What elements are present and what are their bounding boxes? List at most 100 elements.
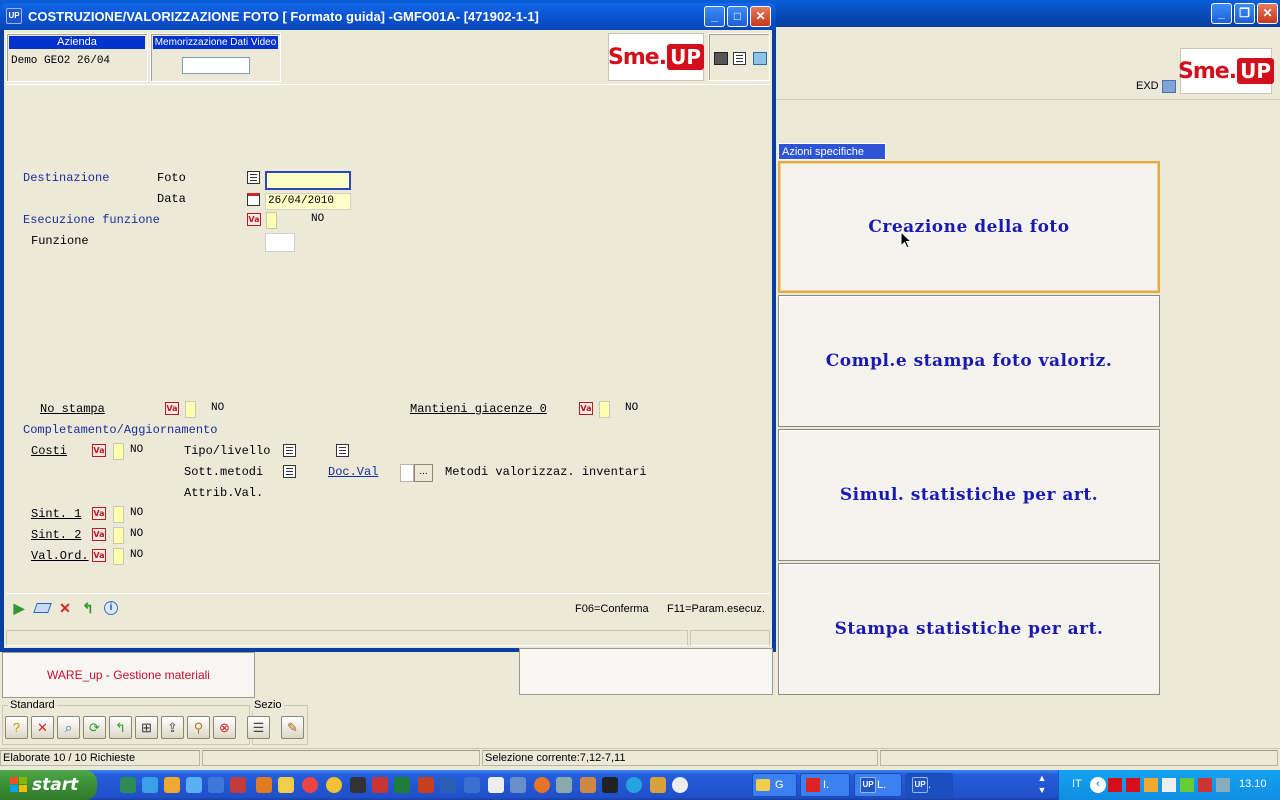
costi-label[interactable]: Costi	[31, 444, 67, 458]
calendar-icon[interactable]	[247, 193, 260, 206]
tipo-livello-list-icon-2[interactable]	[336, 444, 349, 457]
info-icon[interactable]: i	[104, 601, 118, 615]
dialog-minimize-button[interactable]: _	[704, 6, 725, 27]
wordpad-icon[interactable]	[488, 777, 504, 793]
mantieni-toggle[interactable]	[599, 401, 610, 418]
quicklaunch-icon-3[interactable]	[164, 777, 180, 793]
val-ord-va-icon[interactable]: Va	[92, 549, 106, 562]
dialog-close-button[interactable]: ✕	[750, 6, 771, 27]
quicklaunch-icon-16[interactable]	[464, 777, 480, 793]
quicklaunch-icon-21[interactable]	[580, 777, 596, 793]
ware-up-button[interactable]: WARE_up - Gestione materiali	[2, 652, 255, 698]
quicklaunch-icon-5[interactable]	[208, 777, 224, 793]
sint2-toggle[interactable]	[113, 527, 124, 544]
tray-shield-icon[interactable]	[1180, 778, 1194, 792]
no-stampa-toggle[interactable]	[185, 401, 196, 418]
sint2-label[interactable]: Sint. 2	[31, 528, 81, 542]
costi-toggle[interactable]	[113, 443, 124, 460]
ie-icon[interactable]	[142, 777, 158, 793]
mantieni-label[interactable]: Mantieni giacenze 0	[410, 402, 547, 416]
action-simul-statistiche[interactable]: Simul. statistiche per art.	[778, 429, 1160, 561]
execute-icon[interactable]: ▶	[11, 600, 27, 616]
quicklaunch-icon-25[interactable]	[672, 777, 688, 793]
costi-va-icon[interactable]: Va	[92, 444, 106, 457]
tray-icon-6[interactable]	[1198, 778, 1212, 792]
val-ord-toggle[interactable]	[113, 548, 124, 565]
bg-restore-button[interactable]: ❐	[1234, 3, 1255, 24]
bg-minimize-button[interactable]: _	[1211, 3, 1232, 24]
esecuzione-toggle[interactable]	[266, 212, 277, 229]
tray-icon-4[interactable]	[1162, 778, 1176, 792]
section-list-icon[interactable]: ☰	[247, 716, 270, 739]
book-icon[interactable]	[753, 52, 767, 65]
chrome-icon[interactable]	[302, 777, 318, 793]
mantieni-va-icon[interactable]: Va	[579, 402, 593, 415]
f11-key-label[interactable]: F11=Param.esecuz.	[667, 603, 765, 615]
folder-icon[interactable]	[278, 777, 294, 793]
close-icon[interactable]: ✕	[31, 716, 54, 739]
user-icon[interactable]	[1162, 80, 1176, 93]
cancel-icon[interactable]: ✕	[57, 600, 73, 616]
foto-input[interactable]	[265, 171, 351, 190]
no-stampa-label[interactable]: No stampa	[40, 402, 105, 416]
back-icon[interactable]: ↰	[109, 716, 132, 739]
monitor-icon[interactable]	[714, 52, 728, 65]
quicklaunch-icon-22[interactable]	[602, 777, 618, 793]
quicklaunch-icon-18[interactable]	[510, 777, 526, 793]
doc-val-browse-button[interactable]: ...	[414, 464, 433, 482]
funzione-input[interactable]	[265, 233, 295, 252]
quicklaunch-icon-1[interactable]	[120, 777, 136, 793]
quicklaunch-icon-11[interactable]	[350, 777, 366, 793]
back-arrow-icon[interactable]: ↰	[80, 600, 96, 616]
section-edit-icon[interactable]: ✎	[281, 716, 304, 739]
doc-val-link[interactable]: Doc.Val	[328, 465, 378, 479]
export-icon[interactable]: ⇪	[161, 716, 184, 739]
sott-metodi-list-icon[interactable]	[283, 465, 296, 478]
cart-icon[interactable]: ⊞	[135, 716, 158, 739]
word-icon[interactable]	[440, 777, 456, 793]
network-icon[interactable]	[1216, 778, 1230, 792]
refresh-icon[interactable]: ⟳	[83, 716, 106, 739]
action-creazione-foto[interactable]: Creazione della foto	[778, 161, 1160, 293]
azioni-specifiche-tab[interactable]: Azioni specifiche	[778, 143, 886, 160]
document-icon[interactable]	[733, 52, 746, 65]
pdf-icon[interactable]	[372, 777, 388, 793]
f06-key-label[interactable]: F06=Conferma	[575, 603, 649, 615]
skype-icon[interactable]	[626, 777, 642, 793]
language-indicator[interactable]: IT	[1072, 778, 1082, 790]
access-icon[interactable]	[418, 777, 434, 793]
sint1-toggle[interactable]	[113, 506, 124, 523]
help-icon[interactable]: ?	[5, 716, 28, 739]
sint1-label[interactable]: Sint. 1	[31, 507, 81, 521]
tray-icon-3[interactable]	[1144, 778, 1158, 792]
tray-up-icon-1[interactable]	[1108, 778, 1122, 792]
quicklaunch-icon-20[interactable]	[556, 777, 572, 793]
sint2-va-icon[interactable]: Va	[92, 528, 106, 541]
memorizzazione-field[interactable]	[182, 57, 250, 74]
excel-icon[interactable]	[394, 777, 410, 793]
bg-close-button[interactable]: ✕	[1257, 3, 1278, 24]
doc-val-input[interactable]	[400, 464, 414, 482]
quicklaunch-icon-24[interactable]	[650, 777, 666, 793]
quicklaunch-icon-10[interactable]	[326, 777, 342, 793]
quicklaunch-icon-4[interactable]	[186, 777, 202, 793]
action-stampa-statistiche[interactable]: Stampa statistiche per art.	[778, 563, 1160, 695]
foto-list-icon[interactable]	[247, 171, 260, 184]
quicklaunch-icon-6[interactable]	[230, 777, 246, 793]
esecuzione-va-icon[interactable]: Va	[247, 213, 261, 226]
data-input[interactable]: 26/04/2010	[265, 193, 351, 210]
action-compl-stampa-foto[interactable]: Compl.e stampa foto valoriz.	[778, 295, 1160, 427]
zoom-icon[interactable]: ⚲	[187, 716, 210, 739]
taskbar-scroll-arrows[interactable]: ▲ ▼	[1036, 772, 1048, 798]
firefox-icon[interactable]	[534, 777, 550, 793]
sint1-va-icon[interactable]: Va	[92, 507, 106, 520]
tray-expand-icon[interactable]: ‹	[1090, 777, 1106, 793]
quicklaunch-icon-7[interactable]	[256, 777, 272, 793]
dialog-maximize-button[interactable]: □	[727, 6, 748, 27]
tray-up-icon-2[interactable]	[1126, 778, 1140, 792]
search-icon[interactable]: ⌕	[57, 716, 80, 739]
no-stampa-va-icon[interactable]: Va	[165, 402, 179, 415]
stop-icon[interactable]: ⊗	[213, 716, 236, 739]
tipo-livello-list-icon[interactable]	[283, 444, 296, 457]
val-ord-label[interactable]: Val.Ord.	[31, 549, 89, 563]
